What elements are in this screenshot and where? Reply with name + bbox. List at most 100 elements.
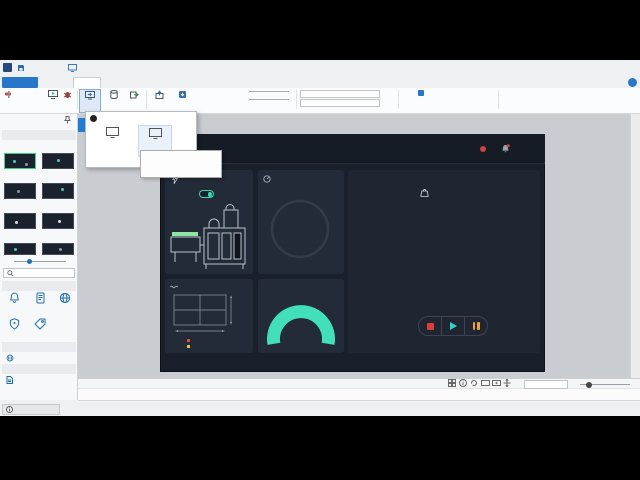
bag-icon <box>420 188 429 197</box>
test-mode-option[interactable] <box>95 125 129 157</box>
axis-gauge-ring <box>269 198 331 260</box>
thumb-zoom-knob[interactable] <box>27 259 32 264</box>
screen-ratio-icon[interactable] <box>481 379 489 387</box>
canvas-zoom-knob[interactable] <box>586 382 592 388</box>
screen-flip-icon[interactable] <box>492 379 500 387</box>
alarm-indicator-icon[interactable] <box>480 146 486 152</box>
settings-button[interactable] <box>194 89 212 99</box>
gauge-icon <box>263 175 271 183</box>
tab-project[interactable] <box>73 77 101 88</box>
minimize-button[interactable] <box>590 63 604 73</box>
nuget-icon <box>172 89 193 99</box>
fit-selection-icon[interactable] <box>448 379 456 387</box>
save-icon[interactable] <box>16 63 25 72</box>
test-mode-icon <box>106 127 119 138</box>
screen-thumbnail[interactable] <box>42 243 74 255</box>
script-module-item[interactable] <box>6 376 16 384</box>
timezone-select[interactable] <box>300 90 380 98</box>
screen-thumbnail-manual[interactable] <box>42 213 74 229</box>
transfer-button[interactable] <box>79 89 101 113</box>
function-tags[interactable] <box>27 318 53 330</box>
project-title-field[interactable] <box>249 99 289 100</box>
screen-thumbnail[interactable] <box>4 243 36 255</box>
screen-thumbnail-alarmhistory[interactable] <box>4 213 36 229</box>
thumb-zoom-track[interactable] <box>14 261 66 262</box>
script-icon <box>6 376 13 384</box>
tab-home[interactable] <box>46 77 70 88</box>
search-icon <box>7 270 14 277</box>
notification-bell-icon[interactable] <box>501 144 510 154</box>
rebuild-button[interactable] <box>15 89 32 99</box>
stop-button[interactable] <box>419 317 441 335</box>
help-icon[interactable] <box>628 78 637 87</box>
production-mode-tooltip <box>140 150 222 178</box>
backup-project-button[interactable] <box>148 89 170 99</box>
toggle-knob <box>208 192 213 197</box>
pause-button[interactable] <box>464 317 487 335</box>
file-menu-button[interactable] <box>2 77 38 88</box>
export-icon <box>125 89 143 99</box>
patch-databases-button[interactable] <box>103 89 124 99</box>
project-name-field[interactable] <box>249 91 289 92</box>
screen-thumbnail-gearing[interactable] <box>4 183 36 199</box>
tab-dynamics[interactable] <box>152 77 184 88</box>
pause-icon <box>473 322 480 330</box>
functions-section-header[interactable] <box>2 281 76 291</box>
tab-view[interactable] <box>130 77 150 88</box>
wave-icon <box>170 284 178 290</box>
legend-swatch-yellow <box>187 345 190 348</box>
quick-access-toolbar <box>3 63 77 72</box>
nuget-packages-button[interactable] <box>172 89 193 99</box>
function-security[interactable] <box>1 318 27 330</box>
rotate-icon[interactable] <box>470 379 478 387</box>
bottom-strip <box>0 401 640 416</box>
redo-icon[interactable] <box>42 63 51 72</box>
settings-gear-icon <box>194 89 212 99</box>
start-button[interactable] <box>441 317 464 335</box>
function-multiple-languages[interactable] <box>52 292 78 304</box>
screen-thumbnail-infeed[interactable] <box>42 153 74 169</box>
tab-actions[interactable] <box>216 77 244 88</box>
build-icon <box>1 89 16 99</box>
pin-icon[interactable] <box>64 116 71 124</box>
machine-graphic <box>167 204 251 270</box>
undo-icon[interactable] <box>29 63 38 72</box>
run-quick-icon[interactable] <box>55 63 64 72</box>
function-audit-trail[interactable] <box>27 292 53 304</box>
screen-thumbnail-home[interactable] <box>4 153 36 169</box>
web-server-item[interactable] <box>6 354 17 362</box>
tab-insert[interactable] <box>104 77 128 88</box>
ionization-toggle[interactable] <box>199 190 214 198</box>
right-dock-strip <box>630 114 640 378</box>
database-icon <box>103 89 124 99</box>
tab-general[interactable] <box>186 77 214 88</box>
function-alarm-server[interactable] <box>1 292 27 304</box>
legend-swatch-red <box>187 339 190 342</box>
machine-control-bar <box>418 316 488 336</box>
servers-section-header[interactable] <box>2 342 76 352</box>
ribbon-separator <box>77 90 78 109</box>
export-button[interactable] <box>125 89 143 99</box>
info-icon[interactable] <box>459 379 467 387</box>
build-button[interactable] <box>1 89 16 99</box>
error-list-button[interactable] <box>2 404 60 415</box>
checkbox-check-icon <box>418 90 424 96</box>
script-modules-section-header[interactable] <box>2 364 76 374</box>
maximize-button[interactable] <box>610 63 624 73</box>
zoom-fit-select[interactable] <box>524 380 568 389</box>
ribbon-separator <box>498 90 499 109</box>
app-icon <box>3 63 12 72</box>
screens-section-header[interactable] <box>2 130 76 140</box>
screen-thumbnail-tape[interactable] <box>42 183 74 199</box>
close-button[interactable] <box>628 63 640 73</box>
region-select[interactable] <box>300 99 380 107</box>
pan-icon[interactable] <box>503 379 511 387</box>
debug-button[interactable] <box>60 89 75 99</box>
monitor-quick-icon[interactable] <box>68 63 77 72</box>
letterbox-top <box>0 0 640 60</box>
stop-icon <box>427 323 434 330</box>
legend-row-1 <box>187 339 192 342</box>
touch-beep-checkbox[interactable] <box>418 90 427 96</box>
ribbon-separator <box>296 90 297 109</box>
error-list-info-icon <box>6 406 13 413</box>
